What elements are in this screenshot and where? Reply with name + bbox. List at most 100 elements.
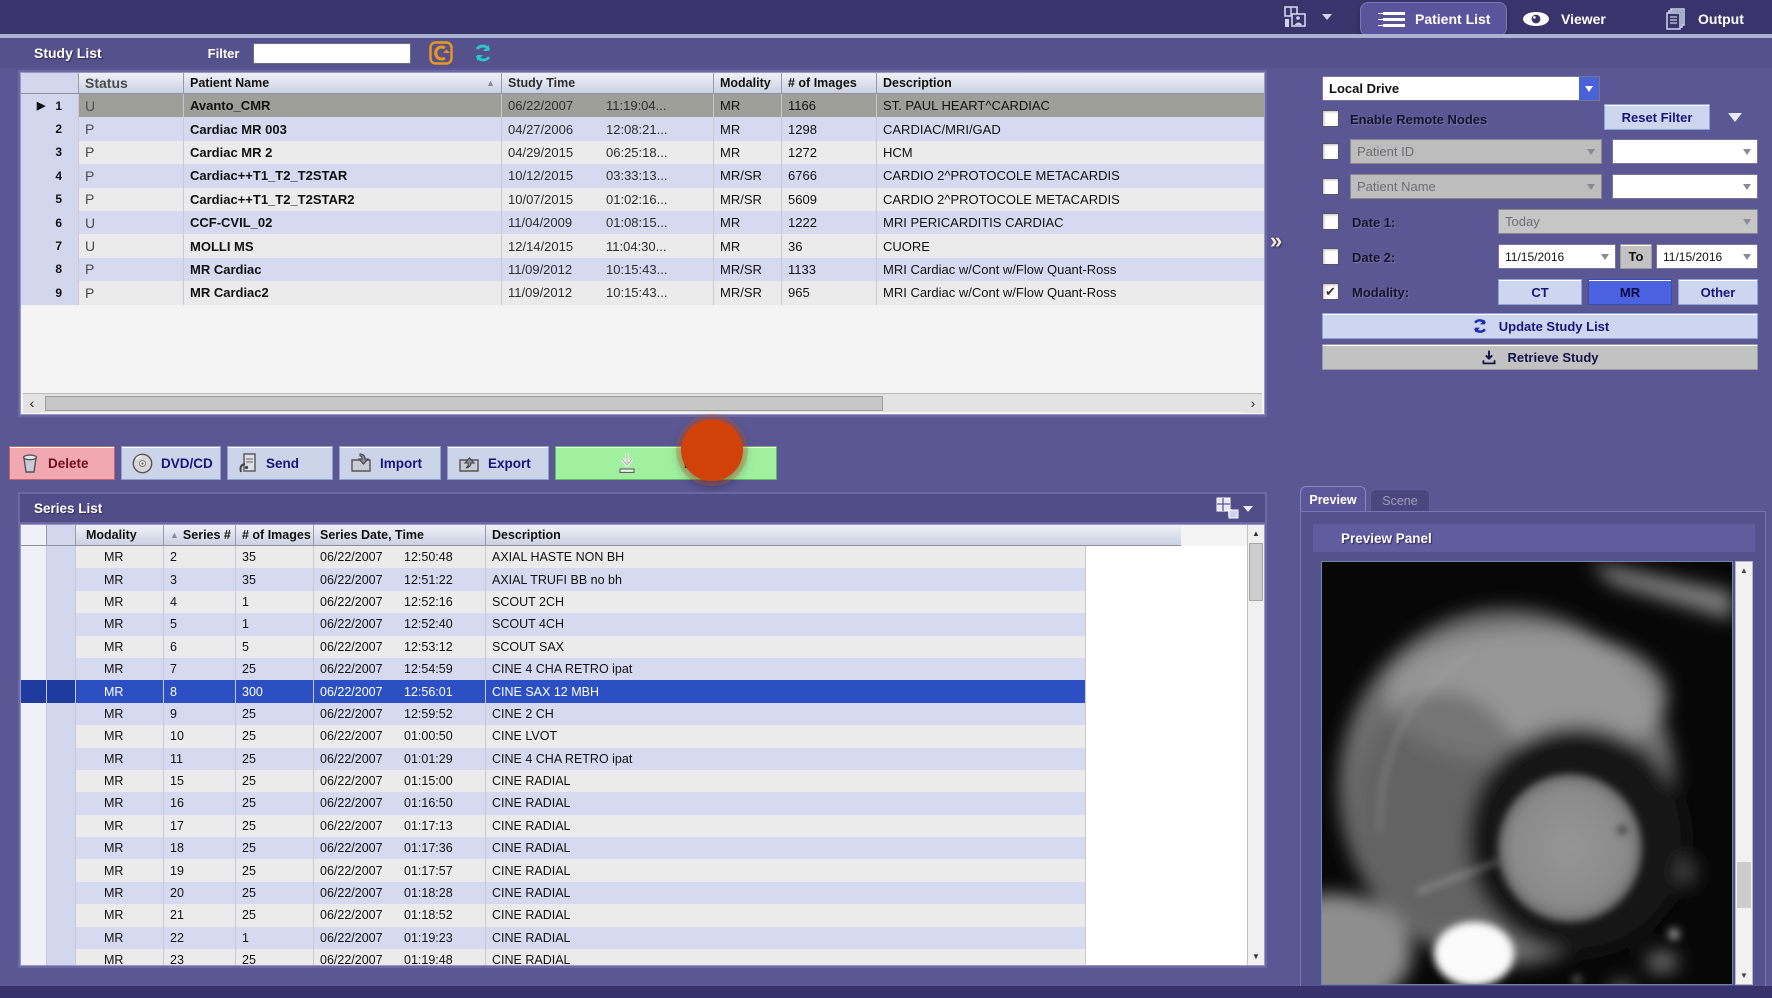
filter-options-caret-icon[interactable]	[1728, 113, 1742, 129]
row-filler	[1086, 658, 1264, 680]
study-horizontal-scrollbar[interactable]: ‹ ›	[23, 393, 1262, 412]
retrieve-study-button[interactable]: Retrieve Study	[1322, 344, 1758, 370]
header-description[interactable]: Description	[877, 73, 1264, 94]
tab-viewer[interactable]: Viewer	[1505, 2, 1622, 36]
workspace-icon[interactable]	[1283, 5, 1317, 31]
header-series-datetime[interactable]: Series Date, Time	[314, 525, 486, 546]
row-number-cell: 4	[21, 164, 79, 187]
modality-other-button[interactable]: Other	[1678, 279, 1758, 305]
series-vertical-scrollbar[interactable]: ▲ ▼	[1247, 525, 1264, 965]
table-row[interactable]: MR112506/22/200701:01:29CINE 4 CHA RETRO…	[21, 748, 1264, 770]
patient-id-value-dropdown[interactable]	[1612, 139, 1758, 164]
table-row[interactable]: MR182506/22/200701:17:36CINE RADIAL	[21, 837, 1264, 859]
scrollbar-thumb[interactable]	[1249, 543, 1263, 601]
table-row[interactable]: MR192506/22/200701:17:57CINE RADIAL	[21, 859, 1264, 881]
table-row[interactable]: 7UMOLLI MS12/14/201511:04:30...MR36CUORE	[21, 234, 1264, 257]
series-preview-image[interactable]	[1321, 561, 1733, 985]
series-number-cell: 19	[164, 859, 236, 881]
dvd-cd-button[interactable]: DVD/CD	[121, 446, 221, 480]
scroll-up-icon[interactable]: ▲	[1736, 562, 1752, 579]
filter-input[interactable]	[253, 43, 411, 64]
patient-id-checkbox[interactable]	[1322, 143, 1339, 160]
series-date: 06/22/2007	[320, 617, 404, 631]
tab-scene[interactable]: Scene	[1370, 489, 1430, 512]
series-layout-options-icon[interactable]	[1213, 496, 1253, 520]
table-row[interactable]: MR92506/22/200712:59:52CINE 2 CH	[21, 703, 1264, 725]
tab-patient-list[interactable]: Patient List	[1360, 2, 1507, 36]
date1-dropdown[interactable]: Today	[1498, 209, 1758, 234]
panel-expander-button[interactable]: »	[1270, 228, 1282, 254]
table-row[interactable]: MR4106/22/200712:52:16SCOUT 2CH	[21, 591, 1264, 613]
reset-filter-button[interactable]: Reset Filter	[1604, 104, 1710, 130]
table-row[interactable]: MR102506/22/200701:00:50CINE LVOT	[21, 725, 1264, 747]
date2-from-dropdown[interactable]: 11/15/2016	[1498, 244, 1616, 269]
table-row[interactable]: MR162506/22/200701:16:50CINE RADIAL	[21, 792, 1264, 814]
modality-checkbox[interactable]: ✔	[1322, 283, 1339, 300]
table-row[interactable]: MR172506/22/200701:17:13CINE RADIAL	[21, 815, 1264, 837]
table-row[interactable]: 2PCardiac MR 00304/27/200612:08:21...MR1…	[21, 117, 1264, 140]
header-series-modality[interactable]: Modality	[76, 525, 164, 546]
table-row[interactable]: 4PCardiac++T1_T2_T2STAR10/12/201503:33:1…	[21, 164, 1264, 187]
table-row[interactable]: 6UCCF-CVIL_0211/04/200901:08:15...MR1222…	[21, 211, 1264, 234]
table-row[interactable]: MR72506/22/200712:54:59CINE 4 CHA RETRO …	[21, 658, 1264, 680]
table-row[interactable]: MR33506/22/200712:51:22AXIAL TRUFI BB no…	[21, 568, 1264, 590]
send-button[interactable]: Send	[227, 446, 333, 480]
source-dropdown[interactable]: Local Drive	[1322, 76, 1600, 101]
scroll-down-icon[interactable]: ▼	[1736, 967, 1752, 984]
row-gutter	[47, 658, 76, 680]
enable-remote-nodes-checkbox[interactable]	[1322, 110, 1339, 127]
series-time: 01:18:28	[404, 886, 453, 900]
header-series-number[interactable]: ▲ Series #	[164, 525, 236, 546]
load-button[interactable]: Load	[555, 446, 777, 480]
header-status[interactable]: Status	[79, 73, 184, 94]
tab-output[interactable]: Output	[1648, 2, 1760, 36]
patient-id-dropdown[interactable]: Patient ID	[1350, 139, 1602, 164]
date2-to-dropdown[interactable]: 11/15/2016	[1656, 244, 1758, 269]
workspace-caret-icon[interactable]	[1322, 14, 1332, 25]
header-study-time[interactable]: Study Time	[502, 73, 714, 94]
export-button[interactable]: Export	[447, 446, 549, 480]
tab-preview[interactable]: Preview	[1300, 486, 1366, 512]
table-row[interactable]: 3PCardiac MR 204/29/201506:25:18...MR127…	[21, 141, 1264, 164]
update-study-list-button[interactable]: Update Study List	[1322, 313, 1758, 339]
delete-button[interactable]: Delete	[9, 446, 115, 480]
table-row[interactable]: 9PMR Cardiac211/09/201210:15:43...MR/SR9…	[21, 281, 1264, 304]
table-row[interactable]: MR152506/22/200701:15:00CINE RADIAL	[21, 770, 1264, 792]
table-row[interactable]: MR202506/22/200701:18:28CINE RADIAL	[21, 882, 1264, 904]
import-button[interactable]: Import	[339, 446, 441, 480]
patient-name-checkbox[interactable]	[1322, 178, 1339, 195]
table-row[interactable]: 8PMR Cardiac11/09/201210:15:43...MR/SR11…	[21, 258, 1264, 281]
scroll-right-icon[interactable]: ›	[1244, 394, 1262, 413]
table-row[interactable]: MR22106/22/200701:19:23CINE RADIAL	[21, 927, 1264, 949]
preview-vertical-scrollbar[interactable]: ▲ ▼	[1735, 561, 1753, 985]
header-modality[interactable]: Modality	[714, 73, 782, 94]
date1-checkbox[interactable]	[1322, 213, 1339, 230]
scrollbar-thumb[interactable]	[45, 396, 883, 411]
description-cell: CARDIO 2^PROTOCOLE METACARDIS	[877, 188, 1264, 211]
table-row[interactable]: MR23506/22/200712:50:48AXIAL HASTE NON B…	[21, 546, 1264, 568]
modality-ct-button[interactable]: CT	[1498, 279, 1582, 305]
scroll-up-icon[interactable]: ▲	[1248, 525, 1264, 542]
header-num-images[interactable]: # of Images	[782, 73, 877, 94]
header-series-images[interactable]: # of Images	[236, 525, 314, 546]
table-row[interactable]: MR232506/22/200701:19:48CINE RADIAL	[21, 949, 1264, 966]
table-row[interactable]: MR6506/22/200712:53:12SCOUT SAX	[21, 636, 1264, 658]
row-gutter	[21, 792, 47, 814]
header-series-description[interactable]: Description	[486, 525, 1181, 546]
clear-filter-icon[interactable]	[429, 41, 453, 65]
date2-checkbox[interactable]	[1322, 248, 1339, 265]
table-row[interactable]: MR5106/22/200712:52:40SCOUT 4CH	[21, 613, 1264, 635]
table-row[interactable]: MR830006/22/200712:56:01CINE SAX 12 MBH	[21, 680, 1264, 702]
table-row[interactable]: 5PCardiac++T1_T2_T2STAR210/07/201501:02:…	[21, 188, 1264, 211]
scrollbar-thumb[interactable]	[1737, 862, 1751, 908]
patient-name-dropdown[interactable]: Patient Name	[1350, 174, 1602, 199]
table-row[interactable]: MR212506/22/200701:18:52CINE RADIAL	[21, 904, 1264, 926]
scroll-down-icon[interactable]: ▼	[1248, 948, 1264, 965]
study-time: 03:33:13...	[606, 168, 667, 183]
scroll-left-icon[interactable]: ‹	[23, 394, 41, 413]
modality-mr-button[interactable]: MR	[1588, 279, 1672, 305]
patient-name-value-dropdown[interactable]	[1612, 174, 1758, 199]
header-patient-name[interactable]: Patient Name ▲	[184, 73, 502, 94]
refresh-study-list-icon[interactable]	[471, 41, 495, 65]
table-row[interactable]: ▶1UAvanto_CMR06/22/200711:19:04...MR1166…	[21, 94, 1264, 117]
